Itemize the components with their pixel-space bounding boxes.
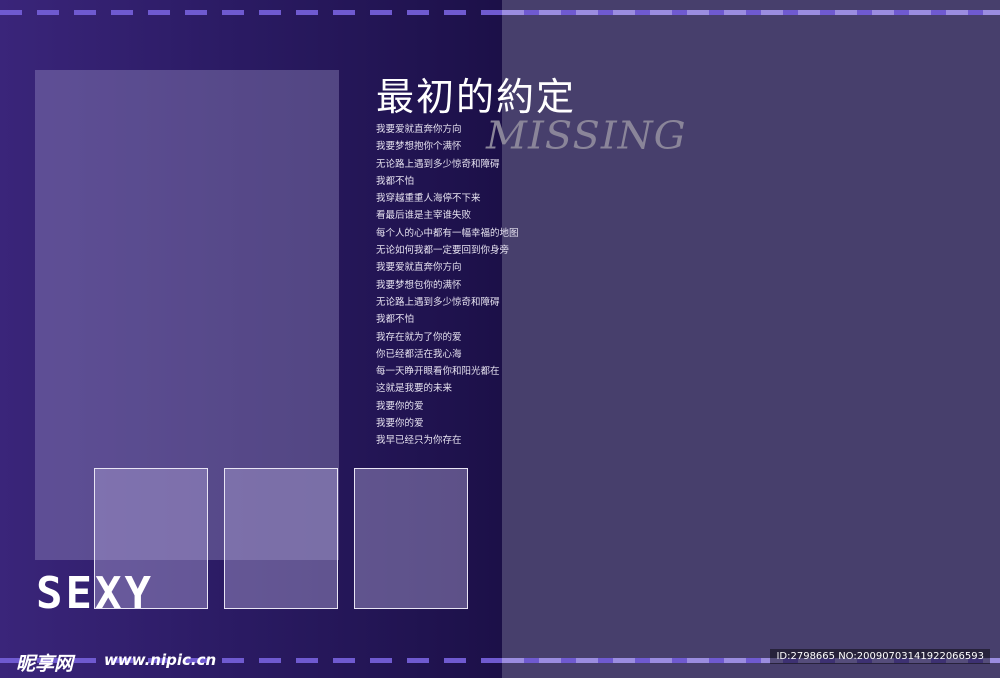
lyric-line: 我存在就为了你的爱 <box>376 331 462 343</box>
lyric-line: 这就是我要的未来 <box>376 383 453 395</box>
sexy-decor-text: SEXY <box>36 568 154 619</box>
lyric-line: 我要你的爱 <box>376 400 424 412</box>
small-photo-placeholder-3 <box>354 468 468 609</box>
lyric-line: 我都不怕 <box>376 314 415 326</box>
top-dashed-border-right <box>502 10 1000 15</box>
lyric-line: 每一天睁开眼看你和阳光都在 <box>376 366 500 378</box>
lyric-line: 无论路上遇到多少惊奇和障碍 <box>376 296 500 308</box>
lyric-line: 你已经都活在我心海 <box>376 348 462 360</box>
lyric-line: 无论如何我都一定要回到你身旁 <box>376 245 510 257</box>
lyric-line: 我早已经只为你存在 <box>376 435 462 447</box>
lyric-line: 我要爱就直奔你方向 <box>376 262 462 274</box>
lyric-line: 我要梦想包你的满怀 <box>376 279 462 291</box>
lyrics-list: 我要爱就直奔你方向 我要梦想抱你个满怀 无论路上遇到多少惊奇和障碍 我都不怕 我穿越重重… <box>376 121 519 450</box>
right-panel <box>502 0 1000 678</box>
lyric-line: 我穿越重重人海停不下来 <box>376 193 481 205</box>
page-title: 最初的約定 <box>376 75 577 119</box>
lyric-line: 我都不怕 <box>376 175 415 187</box>
lyric-line: 我要梦想抱你个满怀 <box>376 141 462 153</box>
small-photo-placeholder-2 <box>224 468 338 609</box>
lyric-line: 看最后谁是主宰谁失败 <box>376 210 472 222</box>
lyric-line: 无论路上遇到多少惊奇和障碍 <box>376 158 500 170</box>
lyric-line: 我要你的爱 <box>376 418 424 430</box>
watermark-url: www.nipic.cn <box>104 651 217 669</box>
watermark-logo: 昵享网 <box>16 653 74 675</box>
watermark-id: ID:2798665 NO:20090703141922066593 <box>770 649 990 664</box>
lyric-line: 我要爱就直奔你方向 <box>376 124 462 135</box>
lyric-line: 每个人的心中都有一幅幸福的地图 <box>376 227 519 239</box>
